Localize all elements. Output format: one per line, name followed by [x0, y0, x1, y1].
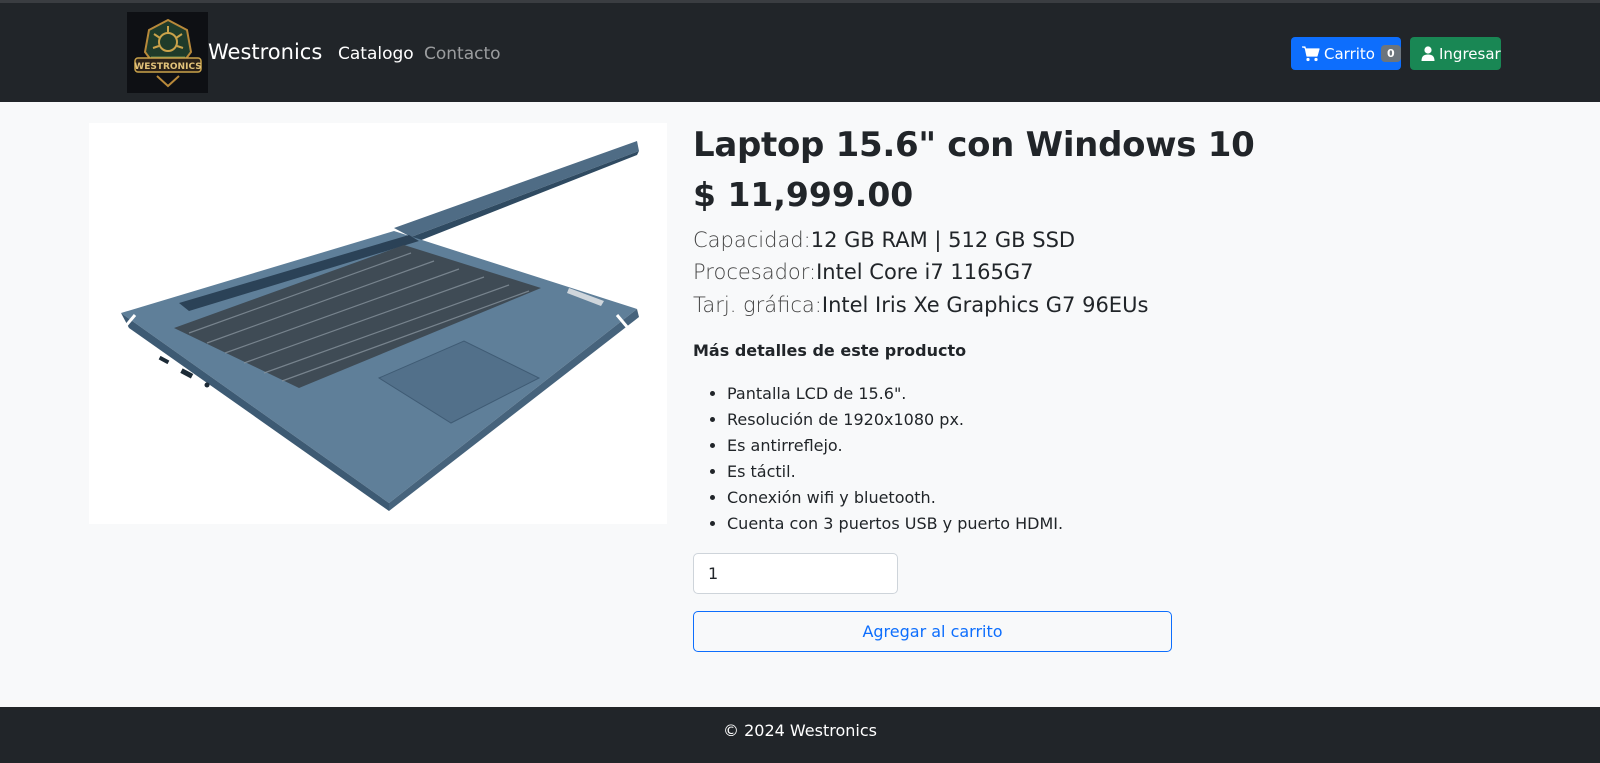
- list-item: Conexión wifi y bluetooth.: [727, 487, 1063, 513]
- list-item: Es táctil.: [727, 461, 1063, 487]
- spec-value: 12 GB RAM | 512 GB SSD: [810, 228, 1076, 252]
- laptop-product-image: [121, 141, 639, 511]
- quantity-input[interactable]: [693, 553, 898, 594]
- footer-copyright: © 2024 Westronics: [723, 721, 877, 740]
- list-item: Resolución de 1920x1080 px.: [727, 409, 1063, 435]
- spec-procesador: Procesador:Intel Core i7 1165G7: [693, 260, 1034, 284]
- brand-logo[interactable]: WESTRONICS: [127, 12, 208, 93]
- login-button[interactable]: Ingresar: [1410, 37, 1501, 70]
- svg-text:WESTRONICS: WESTRONICS: [134, 62, 201, 72]
- cart-button[interactable]: Carrito 0: [1291, 37, 1401, 70]
- spec-value: Intel Iris Xe Graphics G7 96EUs: [821, 293, 1149, 317]
- login-button-label: Ingresar: [1439, 44, 1501, 63]
- carousel-prev-button[interactable]: [117, 308, 141, 348]
- carousel-next-button[interactable]: [611, 308, 635, 348]
- brand-name[interactable]: Westronics: [208, 40, 322, 64]
- spec-label: Tarj. gráfica:: [693, 293, 822, 317]
- cart-icon: [1302, 45, 1320, 62]
- chevron-right-icon: [615, 314, 630, 342]
- navbar: WESTRONICS Westronics Catalogo Contacto …: [0, 3, 1600, 102]
- chevron-left-icon: [122, 314, 137, 342]
- spec-label: Capacidad:: [693, 228, 811, 252]
- cart-button-label: Carrito: [1324, 44, 1375, 63]
- spec-value: Intel Core i7 1165G7: [816, 260, 1034, 284]
- details-list: Pantalla LCD de 15.6". Resolución de 192…: [727, 383, 1063, 539]
- nav-link-contacto[interactable]: Contacto: [424, 44, 501, 64]
- logo-emblem-icon: WESTRONICS: [128, 13, 207, 92]
- product-price: $ 11,999.00: [693, 175, 914, 214]
- user-icon: [1421, 46, 1435, 61]
- spec-capacidad: Capacidad:12 GB RAM | 512 GB SSD: [693, 228, 1075, 252]
- product-image-carousel[interactable]: [89, 123, 667, 524]
- product-title: Laptop 15.6" con Windows 10: [693, 125, 1255, 165]
- list-item: Es antirreflejo.: [727, 435, 1063, 461]
- list-item: Pantalla LCD de 15.6".: [727, 383, 1063, 409]
- add-to-cart-button[interactable]: Agregar al carrito: [693, 611, 1172, 652]
- cart-count-badge: 0: [1380, 45, 1401, 62]
- details-heading: Más detalles de este producto: [693, 341, 967, 360]
- spec-tarjeta-grafica: Tarj. gráfica:Intel Iris Xe Graphics G7 …: [693, 293, 1148, 317]
- footer: © 2024 Westronics: [0, 707, 1600, 763]
- nav-link-catalogo[interactable]: Catalogo: [338, 44, 414, 64]
- spec-label: Procesador:: [693, 260, 817, 284]
- list-item: Cuenta con 3 puertos USB y puerto HDMI.: [727, 513, 1063, 539]
